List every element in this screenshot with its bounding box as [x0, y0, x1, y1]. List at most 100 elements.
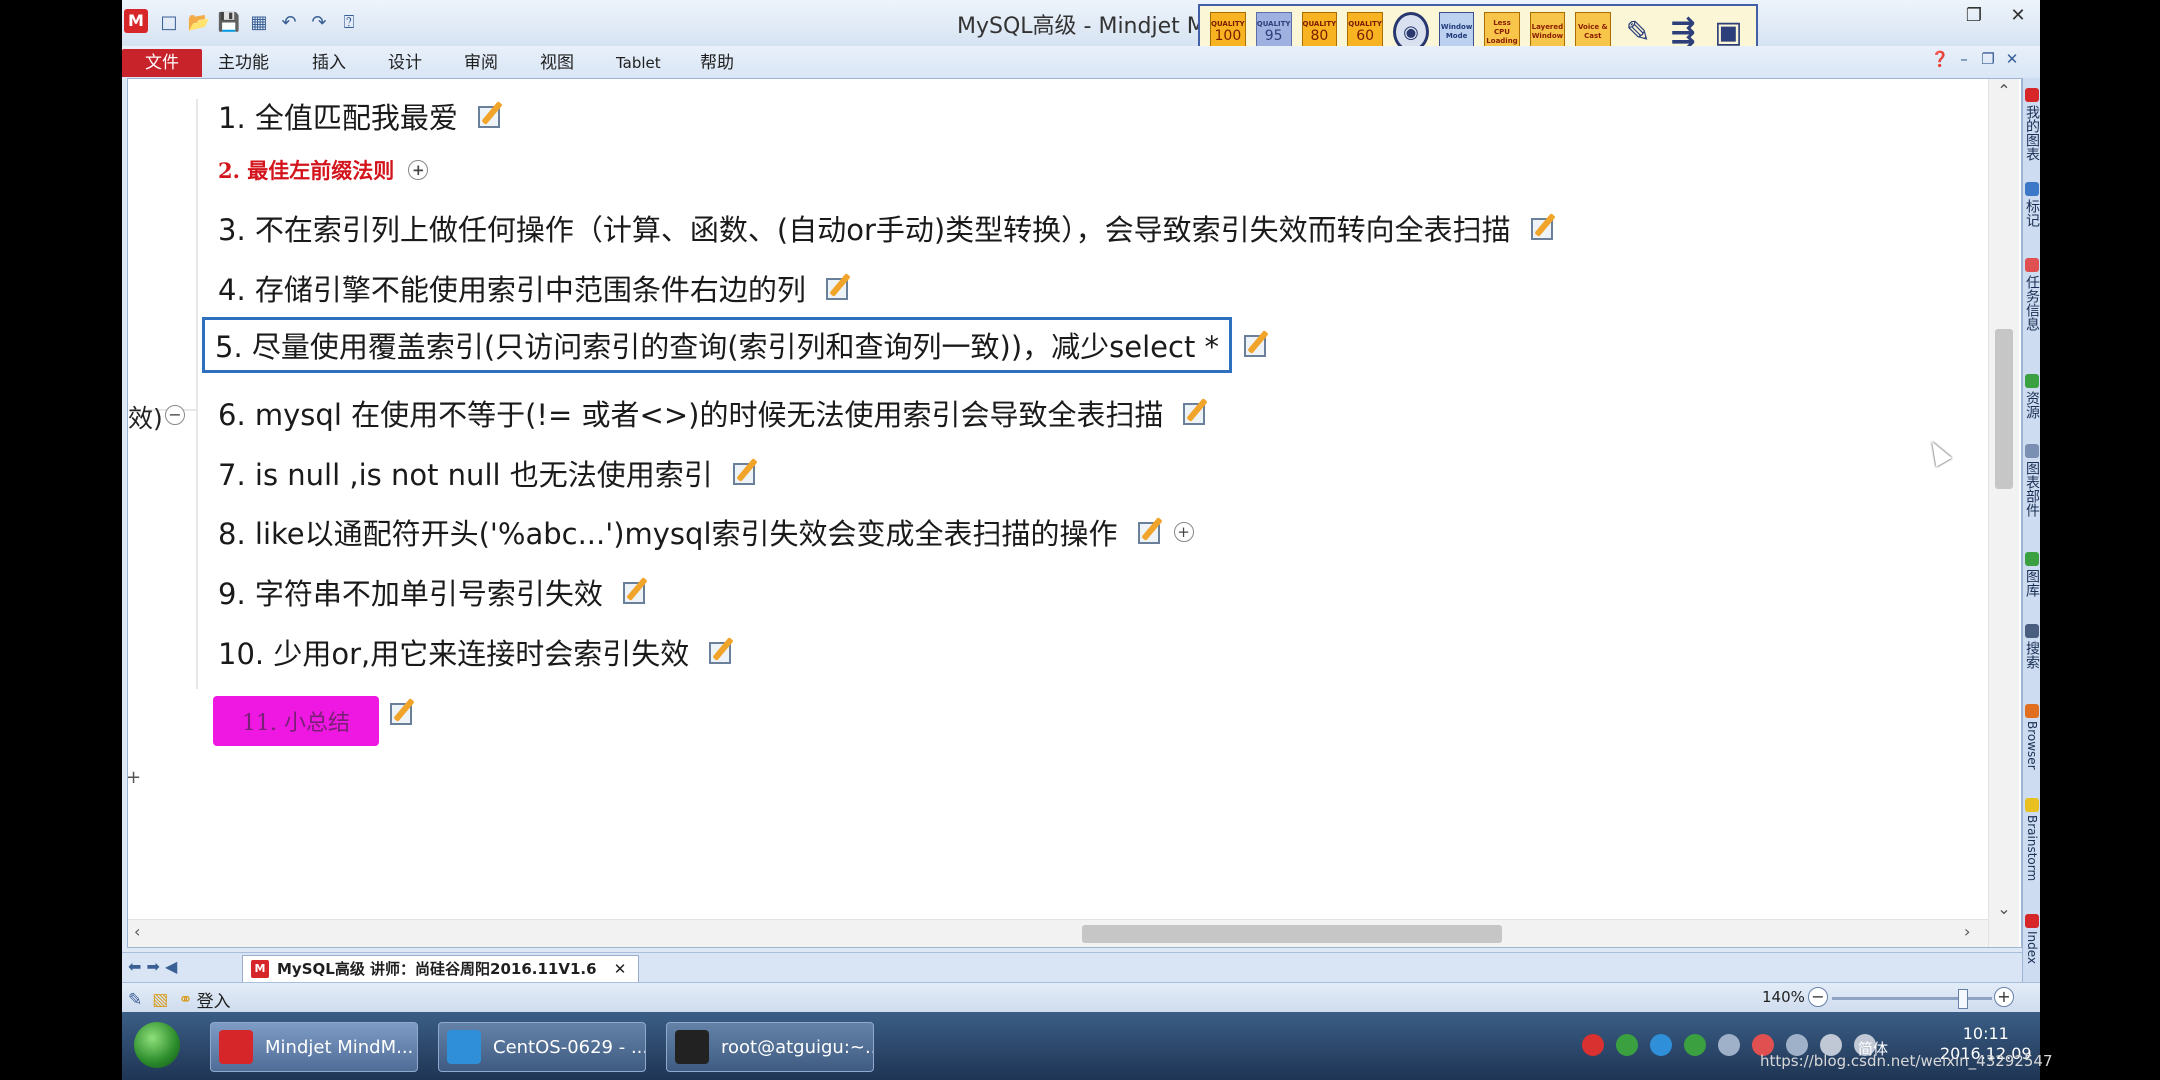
scroll-right-icon[interactable]: › — [1964, 922, 1970, 941]
mindjet-doc-icon: M — [251, 960, 269, 978]
topic-2[interactable]: 2. 最佳左前缀法则 + — [218, 155, 429, 185]
vmware-task-icon — [447, 1030, 481, 1064]
tray-app-icon[interactable] — [1684, 1034, 1706, 1056]
status-bar: ✎ ▧ ⚭ 登入 140% − + — [122, 982, 2040, 1013]
note-icon[interactable] — [621, 578, 651, 606]
pencil-icon[interactable]: ✎ — [128, 990, 142, 1010]
dock-my-maps[interactable]: 我的图表 — [2023, 88, 2040, 161]
scroll-up-icon[interactable]: ⌃ — [1989, 81, 2019, 100]
vertical-scrollbar[interactable]: ⌃ ⌄ — [1988, 79, 2019, 947]
login-label[interactable]: 登入 — [197, 987, 231, 1012]
vertical-scroll-thumb[interactable] — [1995, 329, 2013, 489]
expand-icon[interactable]: + — [408, 160, 429, 180]
tab-review[interactable]: 审阅 — [464, 49, 498, 77]
task-terminal[interactable]: root@atguigu:~... — [666, 1022, 874, 1072]
tab-design[interactable]: 设计 — [388, 49, 422, 77]
dock-index[interactable]: Index — [2023, 914, 2040, 964]
note-icon[interactable] — [824, 274, 854, 302]
horizontal-scrollbar[interactable]: ‹ › — [128, 919, 1988, 947]
folder-icon[interactable]: ▧ — [152, 990, 168, 1010]
topic-11[interactable]: 11. 小总结 — [213, 696, 379, 746]
topic-5-selected[interactable]: 5. 尽量使用覆盖索引(只访问索引的查询(索引列和查询列一致))，减少selec… — [202, 317, 1272, 373]
dock-map-parts[interactable]: 图表部件 — [2023, 444, 2040, 517]
help-icon[interactable]: ❓ — [1928, 48, 1952, 70]
close-doc-icon[interactable]: ✕ — [2000, 48, 2024, 70]
map-canvas[interactable]: 效) − + 1. 全值匹配我最爱 2. 最佳左前缀法则 + 3. 不在索引列上… — [127, 78, 2022, 948]
scroll-down-icon[interactable]: ⌄ — [1989, 899, 2019, 918]
key-icon: ⚭ — [178, 989, 193, 1010]
mindjet-task-icon — [219, 1030, 253, 1064]
dock-search[interactable]: 搜索 — [2023, 624, 2040, 669]
tray-app-icon[interactable] — [1718, 1034, 1740, 1056]
topic-3[interactable]: 3. 不在索引列上做任何操作（计算、函数、(自动or手动)类型转换），会导致索引… — [218, 207, 1559, 249]
markers-icon — [2025, 182, 2039, 196]
topic-6[interactable]: 6. mysql 在使用不等于(!= 或者<>)的时候无法使用索引会导致全表扫描 — [218, 392, 1211, 434]
expand-toggle[interactable]: + — [128, 767, 141, 788]
scroll-left-icon[interactable]: ‹ — [134, 922, 140, 941]
tab-insert[interactable]: 插入 — [312, 49, 346, 77]
zoom-out-button[interactable]: − — [1808, 987, 1828, 1007]
restore-icon[interactable]: ❐ — [1952, 2, 1996, 30]
note-icon[interactable] — [1181, 399, 1211, 427]
dock-browser[interactable]: Browser — [2023, 704, 2040, 770]
connector-line — [196, 99, 198, 689]
dock-markers[interactable]: 标记 — [2023, 182, 2040, 227]
mindjet-logo-icon[interactable]: M — [124, 9, 148, 33]
help-box-icon[interactable]: ⍰ — [336, 10, 362, 34]
minimize-doc-icon[interactable]: – — [1952, 48, 1976, 70]
task-mindjet[interactable]: Mindjet MindM... — [210, 1022, 418, 1072]
note-icon[interactable] — [1242, 331, 1272, 359]
task-centos[interactable]: CentOS-0629 - ... — [438, 1022, 646, 1072]
note-icon[interactable] — [707, 638, 737, 666]
export-icon[interactable]: ▦ — [246, 10, 272, 34]
note-icon[interactable] — [1136, 518, 1166, 546]
tab-home[interactable]: 主功能 — [218, 49, 269, 77]
tab-view[interactable]: 视图 — [540, 49, 574, 77]
sheet-nav-arrows-icon[interactable]: ⬅ ➡ ◀ — [128, 957, 177, 976]
dock-task-info[interactable]: 任务信息 — [2023, 258, 2040, 331]
dock-library[interactable]: 图库 — [2023, 552, 2040, 597]
sheet-tab[interactable]: M MySQL高级 讲师：尚硅谷周阳2016.11V1.6 ✕ — [242, 955, 640, 983]
note-icon[interactable] — [388, 699, 418, 727]
topic-8[interactable]: 8. like以通配符开头('%abc...')mysql索引失效会变成全表扫描… — [218, 511, 1194, 553]
zoom-slider-track[interactable] — [1832, 997, 1992, 1000]
parent-topic-fragment: 效) — [128, 404, 163, 433]
note-icon[interactable] — [1529, 214, 1559, 242]
note-icon[interactable] — [731, 459, 761, 487]
new-file-icon[interactable]: □ — [156, 10, 182, 34]
restore-doc-icon[interactable]: ❐ — [1976, 48, 2000, 70]
window-title: MySQL高级 - Mindjet M — [957, 14, 1206, 39]
collapse-toggle[interactable]: − — [165, 405, 185, 425]
save-icon[interactable]: 💾 — [216, 10, 242, 34]
search-icon — [2025, 624, 2039, 638]
dock-resources[interactable]: 资源 — [2023, 374, 2040, 419]
horizontal-scroll-thumb[interactable] — [1082, 925, 1502, 943]
sheet-tab-bar: ⬅ ➡ ◀ M MySQL高级 讲师：尚硅谷周阳2016.11V1.6 ✕ — [122, 952, 2022, 983]
tab-tablet[interactable]: Tablet — [616, 49, 661, 77]
topic-4[interactable]: 4. 存储引擎不能使用索引中范围条件右边的列 — [218, 267, 854, 309]
tray-app-icon[interactable] — [1650, 1034, 1672, 1056]
zoom-slider-knob[interactable] — [1958, 989, 1968, 1009]
start-button[interactable] — [134, 1022, 180, 1068]
tab-file[interactable]: 文件 — [122, 49, 202, 77]
my-maps-icon — [2025, 88, 2039, 102]
expand-icon[interactable]: + — [1173, 522, 1194, 542]
note-icon[interactable] — [476, 102, 506, 130]
dock-brainstorm[interactable]: Brainstorm — [2023, 798, 2040, 881]
open-folder-icon[interactable]: 📂 — [186, 10, 212, 34]
topic-9[interactable]: 9. 字符串不加单引号索引失效 — [218, 571, 651, 613]
zoom-in-button[interactable]: + — [1994, 987, 2014, 1007]
close-sheet-icon[interactable]: ✕ — [614, 960, 627, 978]
quick-access-toolbar: □ 📂 💾 ▦ ↶ ↷ ⍰ — [156, 9, 366, 35]
undo-icon[interactable]: ↶ — [276, 10, 302, 34]
topic-10[interactable]: 10. 少用or,用它来连接时会索引失效 — [218, 631, 737, 673]
tab-help[interactable]: 帮助 — [700, 49, 734, 77]
tray-app-icon[interactable] — [1582, 1034, 1604, 1056]
close-window-icon[interactable]: ✕ — [1996, 2, 2040, 30]
redo-icon[interactable]: ↷ — [306, 10, 332, 34]
tray-app-icon[interactable] — [1616, 1034, 1638, 1056]
topic-1[interactable]: 1. 全值匹配我最爱 — [218, 95, 506, 137]
topic-7[interactable]: 7. is null ,is not null 也无法使用索引 — [218, 452, 761, 494]
index-icon — [2025, 914, 2039, 928]
library-icon — [2025, 552, 2039, 566]
